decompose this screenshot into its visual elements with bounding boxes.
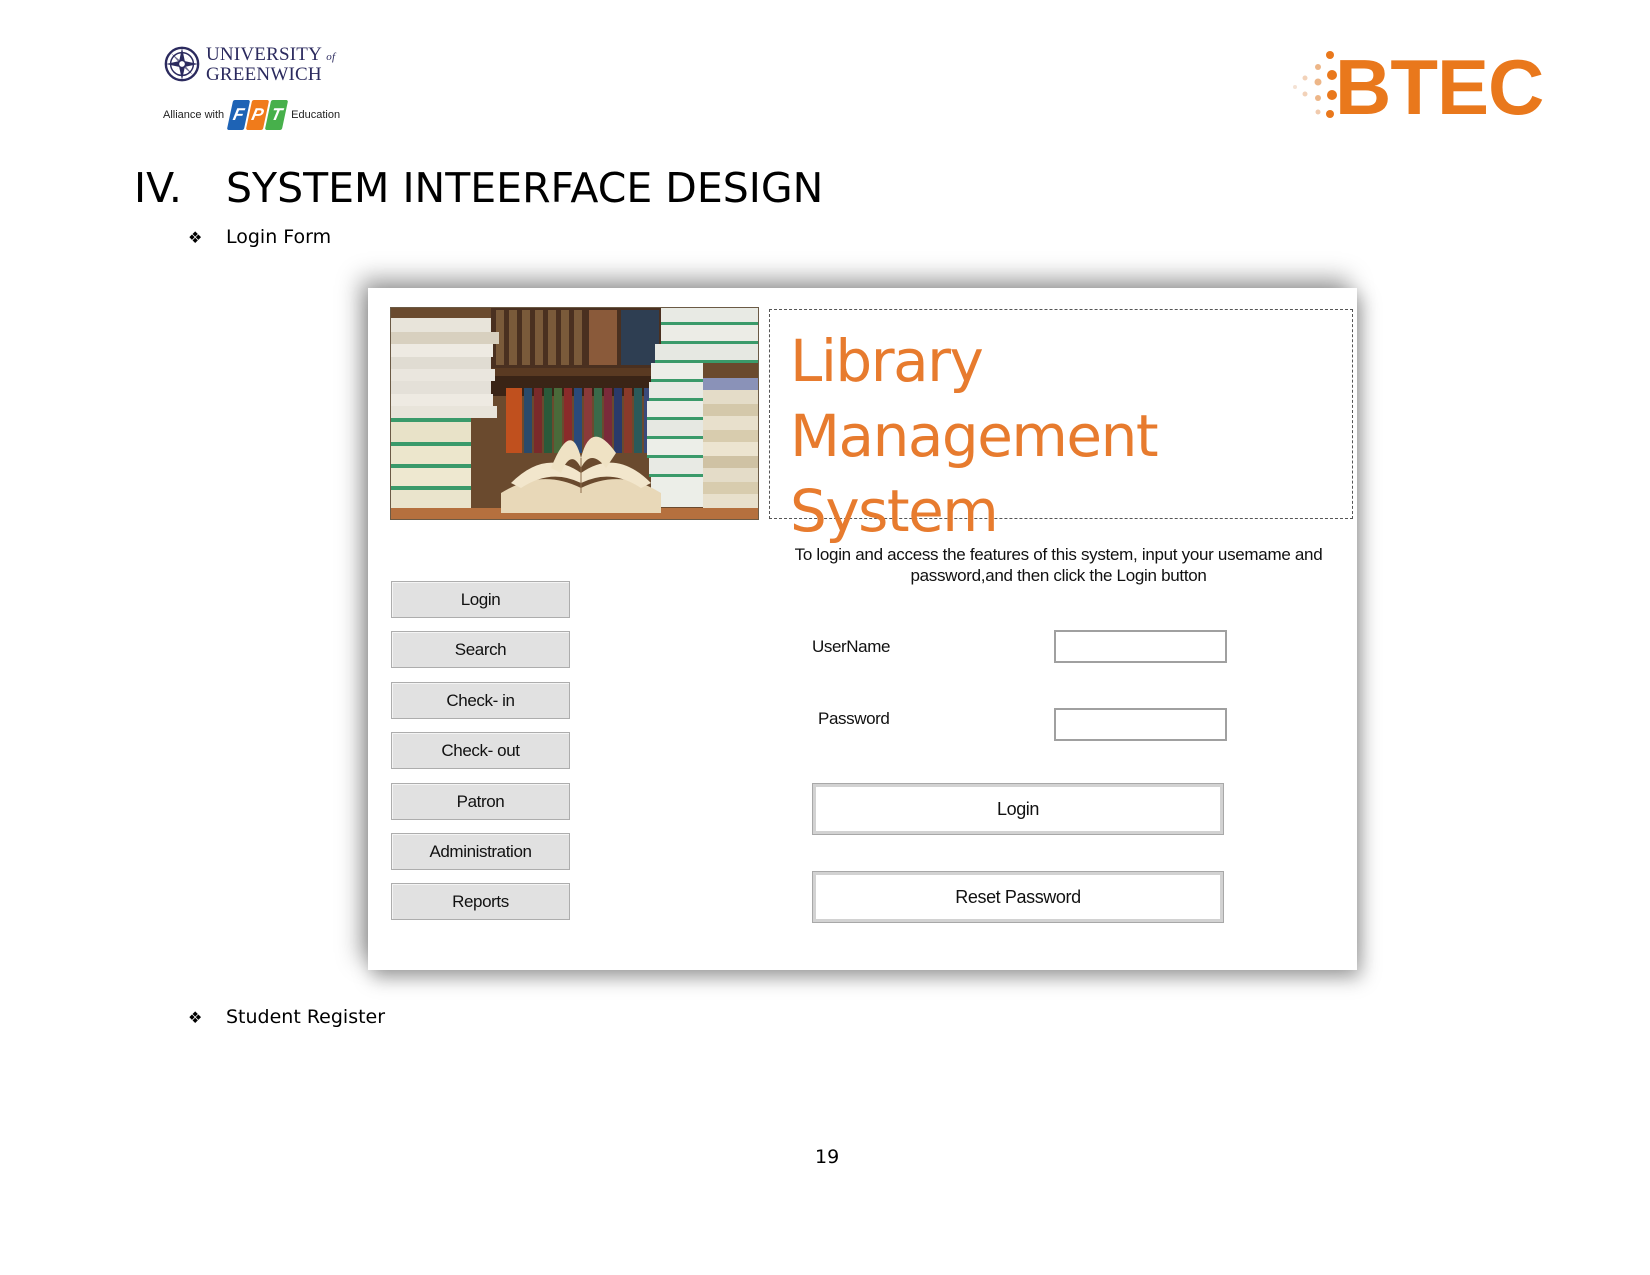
login-form-screenshot: Library Management System To login and a… bbox=[368, 288, 1357, 970]
bullet-student-register: ❖ Student Register bbox=[188, 1006, 385, 1028]
nav-reports-button[interactable]: Reports bbox=[391, 883, 570, 921]
section-title: SYSTEM INTEERFACE DESIGN bbox=[226, 164, 824, 212]
app-title-line1: Library bbox=[790, 327, 984, 395]
fpt-logo: F P T bbox=[226, 100, 289, 130]
side-navigation: Login Search Check- in Check- out Patron… bbox=[391, 581, 570, 934]
diamond-bullet-icon: ❖ bbox=[188, 1007, 203, 1027]
login-instructions: To login and access the features of this… bbox=[794, 545, 1323, 585]
app-title-line2: Management System bbox=[790, 402, 1159, 545]
bullet-text: Student Register bbox=[226, 1006, 386, 1028]
fpt-letter-t: T bbox=[264, 100, 289, 130]
username-input[interactable] bbox=[1054, 630, 1227, 663]
uog-line2: GREENWICH bbox=[206, 63, 322, 85]
library-books-image bbox=[390, 307, 759, 520]
page-number: 19 bbox=[815, 1146, 840, 1168]
nav-administration-button[interactable]: Administration bbox=[391, 832, 570, 870]
username-label: UserName bbox=[812, 637, 891, 656]
nav-search-button[interactable]: Search bbox=[391, 631, 570, 669]
section-number: IV. bbox=[134, 164, 182, 212]
diamond-bullet-icon: ❖ bbox=[188, 227, 203, 247]
app-title: Library Management System bbox=[790, 324, 1352, 549]
books-illustration bbox=[391, 308, 758, 519]
reset-password-button[interactable]: Reset Password bbox=[812, 871, 1224, 923]
nav-check-in-button[interactable]: Check- in bbox=[391, 681, 570, 719]
password-label: Password bbox=[818, 709, 890, 728]
fpt-alliance-logo: Alliance with F P T Education bbox=[163, 100, 340, 130]
compass-emblem-icon bbox=[164, 46, 200, 82]
nav-check-out-button[interactable]: Check- out bbox=[391, 732, 570, 770]
uog-line1: UNIVERSITY bbox=[206, 43, 322, 65]
app-title-panel: Library Management System bbox=[769, 309, 1353, 545]
university-of-greenwich-logo: UNIVERSITY of GREENWICH bbox=[163, 43, 336, 85]
uog-of: of bbox=[326, 50, 336, 63]
alliance-suffix: Education bbox=[291, 109, 341, 121]
nav-login-button[interactable]: Login bbox=[391, 581, 570, 618]
password-input[interactable] bbox=[1054, 708, 1227, 741]
alliance-prefix: Alliance with bbox=[163, 109, 225, 121]
login-button[interactable]: Login bbox=[812, 783, 1224, 835]
bullet-login-form: ❖ Login Form bbox=[188, 226, 331, 248]
bullet-text: Login Form bbox=[226, 226, 332, 248]
section-heading: IV. SYSTEM INTEERFACE DESIGN bbox=[134, 164, 823, 212]
nav-patron-button[interactable]: Patron bbox=[391, 782, 570, 820]
btec-logo: BTEC bbox=[1290, 42, 1550, 131]
btec-wordmark: BTEC bbox=[1335, 43, 1544, 131]
